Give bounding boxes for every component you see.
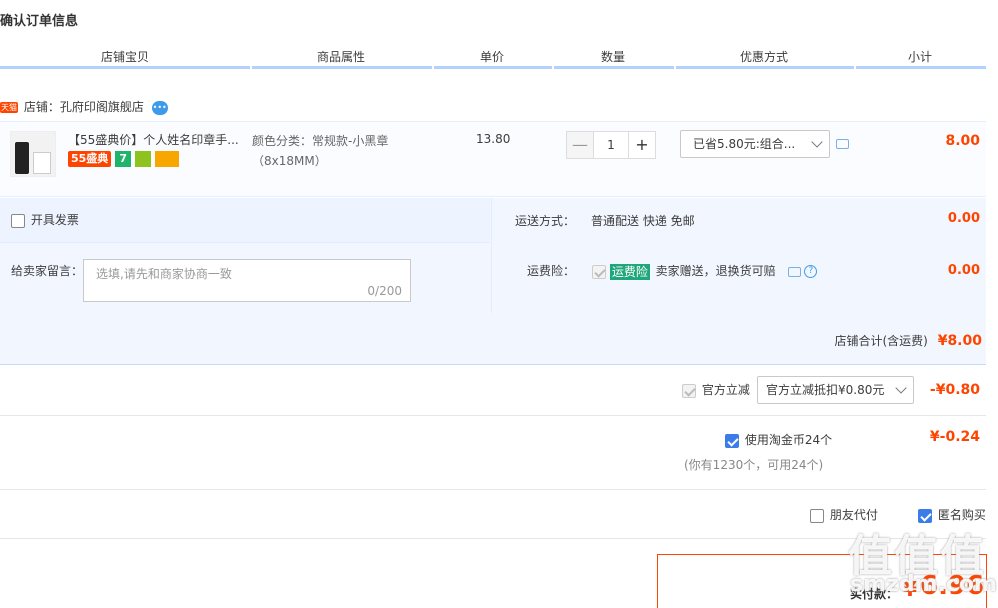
message-char-counter: 0/200 <box>367 284 402 298</box>
friend-pay-checkbox[interactable] <box>810 508 824 523</box>
shipping-amount: 0.00 <box>947 211 980 226</box>
shop-total-label: 店铺合计(含运费) <box>834 334 928 348</box>
qty-plus-button[interactable]: + <box>628 131 656 159</box>
official-discount-checkbox <box>682 383 696 398</box>
taojinbi-value: ¥-0.24 <box>929 429 980 445</box>
header-underline <box>856 66 986 69</box>
taojinbi-checkbox[interactable] <box>725 433 739 448</box>
col-header-shop-item: 店铺宝贝 <box>100 50 149 64</box>
chat-bubble-icon[interactable]: ••• <box>151 100 168 115</box>
insurance-tag: 运费险 <box>609 263 650 280</box>
item-subtotal: 8.00 <box>945 133 980 149</box>
shop-total: 店铺合计(含运费) ¥8.00 <box>760 332 983 349</box>
message-label: 给卖家留言： <box>11 264 84 278</box>
unit-price: 13.80 <box>476 132 511 146</box>
insurance-option: 运费险 卖家赠送，退换货可赔 ? <box>592 262 818 280</box>
seller-message-field[interactable]: 选填,请先和商家协商一致 0/200 <box>83 259 411 302</box>
insurance-label: 运费险： <box>527 264 576 278</box>
guarantee-icon <box>134 151 151 167</box>
divider <box>0 538 986 539</box>
col-header-discount: 优惠方式 <box>739 50 788 64</box>
divider <box>0 489 986 490</box>
promo-55-badge: 55盛典 <box>68 151 112 167</box>
taojinbi-label: 使用淘金币24个 <box>744 433 833 447</box>
insurance-checkbox <box>592 264 606 279</box>
shipping-label: 运送方式： <box>515 214 576 228</box>
insurance-amount: 0.00 <box>947 263 980 278</box>
watermark-site: smzdm.com <box>850 572 997 597</box>
official-discount-select-value: 官方立减抵扣¥0.80元 <box>766 383 885 397</box>
taojinbi-option[interactable]: 使用淘金币24个 <box>725 431 832 448</box>
discount-select[interactable]: 已省5.80元:组合... <box>680 130 830 158</box>
invoice-checkbox[interactable] <box>11 213 25 228</box>
product-attribute: 颜色分类：常规款-小黑章（8x18MM） <box>252 134 389 168</box>
seller-message-placeholder: 选填,请先和商家协商一致 <box>96 267 232 281</box>
shop-total-value: ¥8.00 <box>937 333 982 349</box>
product-thumbnail[interactable] <box>10 131 56 177</box>
invoice-option[interactable]: 开具发票 <box>11 211 79 228</box>
tmall-icon: 天猫 <box>0 102 18 113</box>
page-title: 确认订单信息 <box>0 14 79 29</box>
header-underline <box>434 66 552 69</box>
official-discount-select[interactable]: 官方立减抵扣¥0.80元 <box>757 376 914 404</box>
discount-select-value: 已省5.80元:组合... <box>693 137 796 151</box>
product-badges: 55盛典 7 <box>68 151 179 167</box>
header-underline <box>554 66 674 69</box>
divider <box>0 415 986 416</box>
shipping-method: 普通配送 快递 免邮 <box>591 214 695 228</box>
header-underline <box>252 66 432 69</box>
help-icon[interactable]: ? <box>804 265 818 278</box>
col-header-subtotal: 小计 <box>907 50 932 64</box>
quantity-stepper: — 1 + <box>566 131 656 159</box>
product-name[interactable]: 【55盛典价】个人姓名印章手... <box>68 131 240 148</box>
qty-input[interactable]: 1 <box>594 131 628 159</box>
shop-line: 天猫 店铺：孔府印阁旗舰店 ••• <box>0 98 168 115</box>
card-pay-icon <box>154 151 179 167</box>
chevron-down-icon <box>811 136 823 148</box>
insurance-desc: 卖家赠送，退换货可赔 <box>655 264 776 278</box>
comment-icon[interactable] <box>787 266 801 277</box>
col-header-qty: 数量 <box>600 50 625 64</box>
col-header-attr: 商品属性 <box>316 50 365 64</box>
invoice-label: 开具发票 <box>30 213 79 227</box>
header-underline <box>676 66 854 69</box>
comment-icon[interactable] <box>836 139 849 149</box>
official-discount-value: -¥0.80 <box>929 382 980 398</box>
shop-name[interactable]: 店铺：孔府印阁旗舰店 <box>24 100 144 114</box>
seven-day-return-icon: 7 <box>115 151 132 167</box>
qty-minus-button[interactable]: — <box>566 131 594 159</box>
official-discount-label: 官方立减 <box>701 383 750 397</box>
header-underline <box>0 66 250 69</box>
official-discount-option: 官方立减 <box>682 381 750 398</box>
taojinbi-sub: (你有1230个，可用24个) <box>684 458 824 472</box>
col-header-price: 单价 <box>479 50 504 64</box>
